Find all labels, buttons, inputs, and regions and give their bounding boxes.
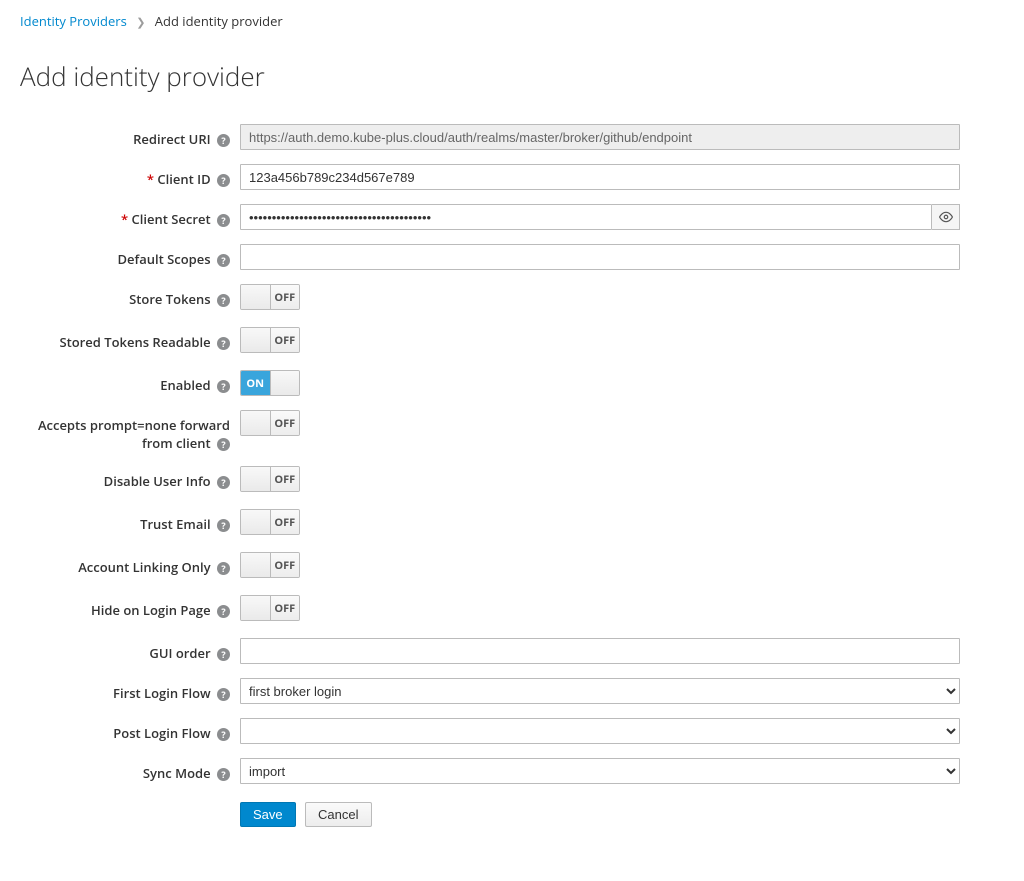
label-redirect-uri: Redirect URI ?	[20, 124, 240, 148]
sync-mode-select[interactable]: import	[240, 758, 960, 784]
label-enabled: Enabled ?	[20, 370, 240, 394]
help-icon[interactable]: ?	[217, 254, 230, 267]
label-store-tokens: Store Tokens ?	[20, 284, 240, 308]
gui-order-input[interactable]	[240, 638, 960, 664]
client-secret-input[interactable]	[240, 204, 932, 230]
accepts-prompt-toggle[interactable]: OFF	[240, 410, 300, 436]
label-stored-tokens-readable: Stored Tokens Readable ?	[20, 327, 240, 351]
label-disable-user-info: Disable User Info ?	[20, 466, 240, 490]
enabled-toggle[interactable]: ON	[240, 370, 300, 396]
label-default-scopes: Default Scopes ?	[20, 244, 240, 268]
page-title: Add identity provider	[20, 58, 1004, 94]
save-button[interactable]: Save	[240, 802, 296, 827]
hide-on-login-page-toggle[interactable]: OFF	[240, 595, 300, 621]
help-icon[interactable]: ?	[217, 438, 230, 451]
help-icon[interactable]: ?	[217, 294, 230, 307]
help-icon[interactable]: ?	[217, 214, 230, 227]
store-tokens-toggle[interactable]: OFF	[240, 284, 300, 310]
label-trust-email: Trust Email ?	[20, 509, 240, 533]
trust-email-toggle[interactable]: OFF	[240, 509, 300, 535]
label-post-login-flow: Post Login Flow ?	[20, 718, 240, 742]
label-first-login-flow: First Login Flow ?	[20, 678, 240, 702]
help-icon[interactable]: ?	[217, 337, 230, 350]
breadcrumb-link-identity-providers[interactable]: Identity Providers	[20, 12, 127, 30]
help-icon[interactable]: ?	[217, 605, 230, 618]
first-login-flow-select[interactable]: first broker login	[240, 678, 960, 704]
label-gui-order: GUI order ?	[20, 638, 240, 662]
help-icon[interactable]: ?	[217, 519, 230, 532]
help-icon[interactable]: ?	[217, 476, 230, 489]
help-icon[interactable]: ?	[217, 174, 230, 187]
disable-user-info-toggle[interactable]: OFF	[240, 466, 300, 492]
redirect-uri-input[interactable]	[240, 124, 960, 150]
label-account-linking-only: Account Linking Only ?	[20, 552, 240, 576]
help-icon[interactable]: ?	[217, 728, 230, 741]
help-icon[interactable]: ?	[217, 688, 230, 701]
cancel-button[interactable]: Cancel	[305, 802, 371, 827]
help-icon[interactable]: ?	[217, 134, 230, 147]
help-icon[interactable]: ?	[217, 648, 230, 661]
help-icon[interactable]: ?	[217, 768, 230, 781]
label-client-secret: * Client Secret ?	[20, 204, 240, 228]
account-linking-only-toggle[interactable]: OFF	[240, 552, 300, 578]
label-sync-mode: Sync Mode ?	[20, 758, 240, 782]
default-scopes-input[interactable]	[240, 244, 960, 270]
client-id-input[interactable]	[240, 164, 960, 190]
breadcrumb-current: Add identity provider	[155, 12, 283, 30]
label-hide-on-login-page: Hide on Login Page ?	[20, 595, 240, 619]
eye-icon[interactable]	[932, 204, 960, 230]
help-icon[interactable]: ?	[217, 562, 230, 575]
stored-tokens-readable-toggle[interactable]: OFF	[240, 327, 300, 353]
label-client-id: * Client ID ?	[20, 164, 240, 188]
chevron-right-icon: ❯	[130, 15, 151, 30]
label-accepts-prompt: Accepts prompt=none forward from client …	[20, 410, 240, 452]
breadcrumb: Identity Providers ❯ Add identity provid…	[20, 0, 1004, 38]
post-login-flow-select[interactable]	[240, 718, 960, 744]
help-icon[interactable]: ?	[217, 380, 230, 393]
